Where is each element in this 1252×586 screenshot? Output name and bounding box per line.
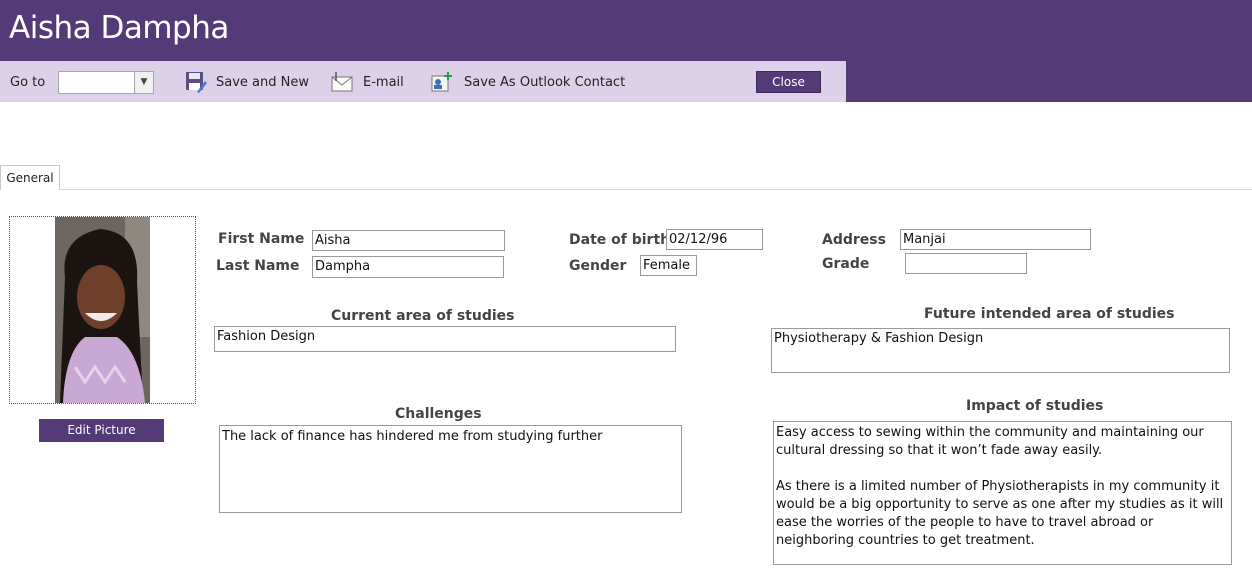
save-as-outlook-contact-button[interactable]: Save As Outlook Contact [464, 61, 625, 102]
impact-field[interactable]: Easy access to sewing within the communi… [773, 421, 1232, 565]
tab-divider [60, 189, 1252, 190]
picture-frame [9, 216, 196, 404]
first-name-field[interactable]: Aisha [312, 230, 505, 251]
current-studies-field[interactable]: Fashion Design [214, 326, 676, 352]
future-studies-label: Future intended area of studies [924, 306, 1175, 322]
future-studies-field[interactable]: Physiotherapy & Fashion Design [771, 328, 1230, 373]
close-button[interactable]: Close [756, 71, 821, 93]
title-bar: Aisha Dampha [0, 0, 1252, 61]
grade-field[interactable] [905, 253, 1027, 274]
impact-label: Impact of studies [966, 398, 1104, 414]
last-name-field[interactable]: Dampha [312, 256, 504, 278]
save-new-icon[interactable] [185, 71, 207, 93]
address-field[interactable]: Manjai [900, 229, 1091, 250]
gender-field[interactable]: Female [640, 255, 697, 276]
header-extension [846, 61, 1252, 102]
challenges-field[interactable]: The lack of finance has hindered me from… [219, 425, 682, 513]
dob-field[interactable]: 02/12/96 [666, 229, 763, 250]
gender-label: Gender [569, 258, 627, 274]
save-and-new-button[interactable]: Save and New [216, 61, 309, 102]
outlook-contact-icon[interactable] [431, 71, 453, 93]
last-name-label: Last Name [216, 258, 300, 274]
email-icon[interactable] [331, 71, 353, 93]
goto-label: Go to [10, 75, 46, 90]
profile-photo [55, 217, 150, 403]
challenges-label: Challenges [395, 406, 482, 422]
email-button[interactable]: E-mail [363, 61, 404, 102]
page-title: Aisha Dampha [9, 10, 229, 46]
current-studies-label: Current area of studies [331, 308, 515, 324]
dob-label: Date of birth [569, 232, 671, 248]
edit-picture-button[interactable]: Edit Picture [39, 419, 164, 442]
chevron-down-icon[interactable]: ▼ [134, 72, 153, 93]
address-label: Address [822, 232, 886, 248]
tab-general[interactable]: General [0, 165, 60, 190]
goto-select[interactable]: ▼ [58, 71, 154, 94]
toolbar: Go to ▼ Save and New E-mail Save As Outl… [0, 61, 846, 102]
first-name-label: First Name [218, 231, 305, 247]
grade-label: Grade [822, 256, 870, 272]
